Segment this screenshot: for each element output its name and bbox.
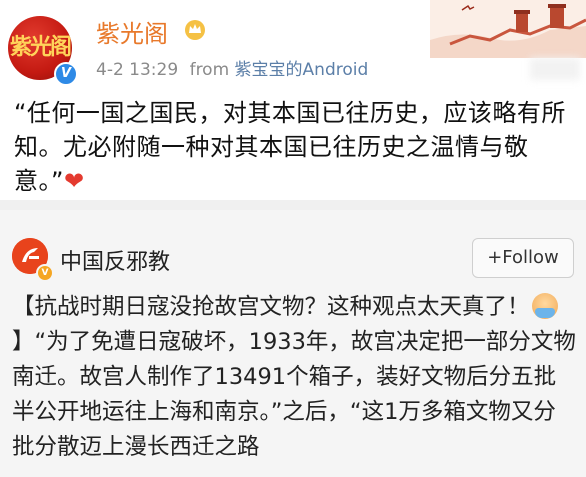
repost-text-overflow: 西迁之路 [169, 434, 260, 460]
post-body: “任何一国之国民，对其本国已往历史，应该略有所知。尤必附随一种对其本国已往历史之… [14, 96, 574, 198]
post-meta: 4-2 13:29 from 紫宝宝的Android [96, 55, 368, 80]
verified-badge-icon: V [36, 264, 54, 282]
post-body-text: “任何一国之国民，对其本国已往历史，应该略有所知。尤必附随一种对其本国已往历史之… [14, 99, 566, 195]
avatar-text: 紫光阁 [9, 35, 72, 60]
blurred-area [530, 58, 580, 80]
weibo-post: 紫光阁 V 紫光阁 4-2 13:29 from 紫宝宝的Android “任何… [0, 0, 586, 200]
vip-crown-icon [185, 20, 205, 40]
shrug-emoji-icon [531, 293, 558, 319]
verified-badge-icon: V [54, 62, 78, 86]
repost-author-name[interactable]: 中国反邪教 [60, 244, 170, 276]
follow-button[interactable]: +Follow [472, 238, 574, 278]
post-timestamp: 4-2 13:29 [96, 60, 179, 80]
post-source[interactable]: 紫宝宝的Android [235, 60, 369, 80]
heart-icon: ❤ [63, 167, 85, 195]
repost-body: 【抗战时期日寇没抢故宫文物？这种观点太天真了！ 】“为了免遭日寇破坏，1933年，… [12, 290, 578, 465]
repost-text-part2: 】“为了免遭日寇破坏，1933年，故宫决定把一部分文物南迁。故宫人制作了1349… [12, 329, 576, 460]
from-label: from [189, 60, 230, 80]
great-wall-banner-icon [430, 0, 586, 58]
post-author-name[interactable]: 紫光阁 [96, 14, 168, 49]
repost-card[interactable]: V 中国反邪教 +Follow 【抗战时期日寇没抢故宫文物？这种观点太天真了！ 】… [0, 210, 586, 477]
section-divider [0, 200, 586, 210]
repost-text-part1: 【抗战时期日寇没抢故宫文物？这种观点太天真了！ [12, 294, 530, 320]
